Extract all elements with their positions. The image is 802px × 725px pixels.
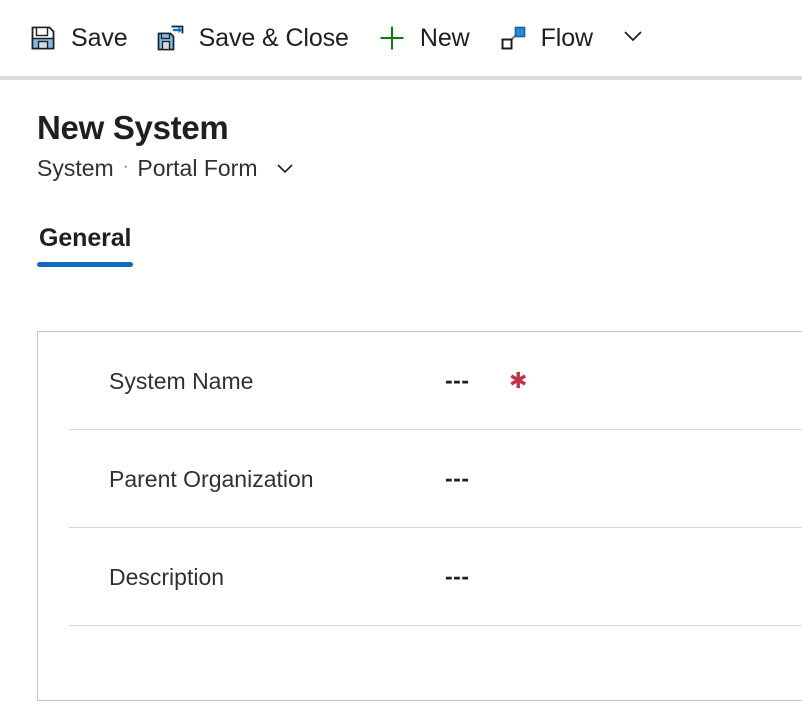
save-floppy-icon bbox=[28, 23, 58, 53]
page-title: New System bbox=[37, 109, 229, 146]
save-button[interactable]: Save bbox=[14, 10, 142, 66]
plus-icon bbox=[377, 23, 407, 53]
flow-button[interactable]: Flow bbox=[484, 10, 607, 66]
field-label-parent-organization: Parent Organization bbox=[109, 465, 314, 492]
chevron-down-icon bbox=[618, 21, 648, 56]
field-value-system-name[interactable]: --- bbox=[445, 367, 469, 394]
required-asterisk-icon: ✱ bbox=[509, 368, 528, 393]
form-card: System Name ✱ --- Parent Organization --… bbox=[37, 331, 802, 701]
tab-active-indicator bbox=[37, 262, 134, 267]
breadcrumb-separator: · bbox=[122, 156, 129, 175]
form-card-filler bbox=[69, 626, 802, 694]
breadcrumb-entity: System bbox=[37, 155, 114, 181]
new-button-label: New bbox=[419, 23, 470, 52]
tab-general-label: General bbox=[39, 224, 132, 252]
save-and-close-button-label: Save & Close bbox=[198, 23, 349, 52]
flow-icon bbox=[498, 23, 528, 53]
page-header: New System System · Portal Form bbox=[0, 76, 802, 183]
breadcrumb-form-name: Portal Form bbox=[137, 155, 258, 181]
new-button[interactable]: New bbox=[363, 10, 484, 66]
breadcrumb: System · Portal Form bbox=[37, 153, 802, 183]
command-bar-overflow-button[interactable] bbox=[609, 10, 657, 66]
field-row-parent-organization[interactable]: Parent Organization --- bbox=[69, 430, 802, 528]
field-label-description: Description bbox=[109, 563, 225, 590]
save-and-close-icon bbox=[156, 23, 186, 53]
command-bar: Save Save & Close New Flow bbox=[0, 0, 802, 76]
field-row-description[interactable]: Description --- bbox=[69, 528, 802, 626]
tab-strip: General bbox=[0, 224, 802, 267]
tab-general[interactable]: General bbox=[37, 224, 134, 267]
field-label-cell: Description bbox=[109, 563, 445, 591]
form-selector-chevron-down-icon[interactable] bbox=[270, 153, 300, 183]
field-label-cell: Parent Organization bbox=[109, 465, 445, 493]
save-button-label: Save bbox=[71, 23, 128, 52]
save-and-close-button[interactable]: Save & Close bbox=[142, 10, 363, 66]
field-label-cell: System Name ✱ bbox=[109, 367, 527, 395]
field-value-parent-organization[interactable]: --- bbox=[445, 465, 469, 492]
field-label-system-name: System Name bbox=[109, 367, 254, 394]
flow-button-label: Flow bbox=[540, 23, 593, 52]
field-value-description[interactable]: --- bbox=[445, 563, 469, 590]
field-row-system-name[interactable]: System Name ✱ --- bbox=[69, 332, 802, 430]
command-bar-separator bbox=[0, 76, 802, 80]
